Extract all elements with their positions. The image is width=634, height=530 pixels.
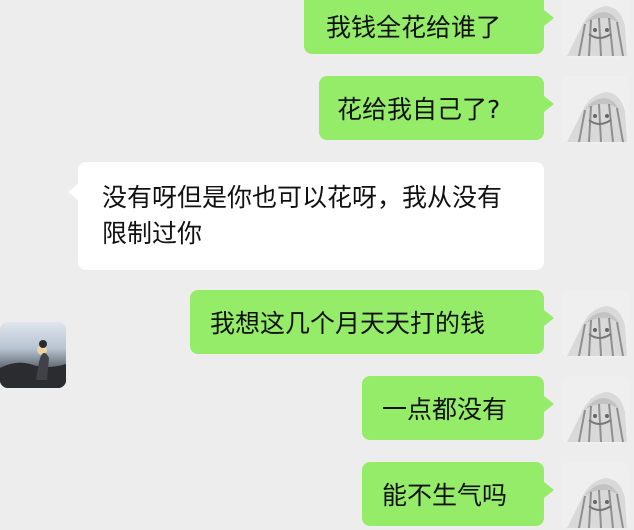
message-text: 我钱全花给谁了 <box>326 13 502 42</box>
self-message-bubble[interactable]: 能不生气吗 <box>362 462 554 526</box>
self-message-bubble[interactable]: 我想这几个月天天打的钱 <box>190 290 554 354</box>
anime-avatar-icon[interactable] <box>561 0 629 58</box>
message-text: 花给我自己了? <box>337 95 501 124</box>
contact-message-bubble[interactable]: 没有呀但是你也可以花呀，我从没有限制过你 <box>68 162 544 270</box>
anime-avatar-icon[interactable] <box>561 376 629 444</box>
self-message-bubble[interactable]: 花给我自己了? <box>319 76 554 140</box>
message-text: 我想这几个月天天打的钱 <box>210 309 486 338</box>
sunset-photo-avatar-icon[interactable] <box>0 322 66 388</box>
anime-avatar-icon[interactable] <box>561 290 629 358</box>
message-text: 能不生气吗 <box>382 481 508 510</box>
self-message-bubble[interactable]: 我钱全花给谁了 <box>304 0 554 54</box>
anime-avatar-icon[interactable] <box>561 76 629 144</box>
message-text: 一点都没有 <box>382 395 508 424</box>
anime-avatar-icon[interactable] <box>561 462 629 530</box>
message-text: 没有呀但是你也可以花呀，我从没有限制过你 <box>102 183 503 248</box>
self-message-bubble[interactable]: 一点都没有 <box>362 376 554 440</box>
